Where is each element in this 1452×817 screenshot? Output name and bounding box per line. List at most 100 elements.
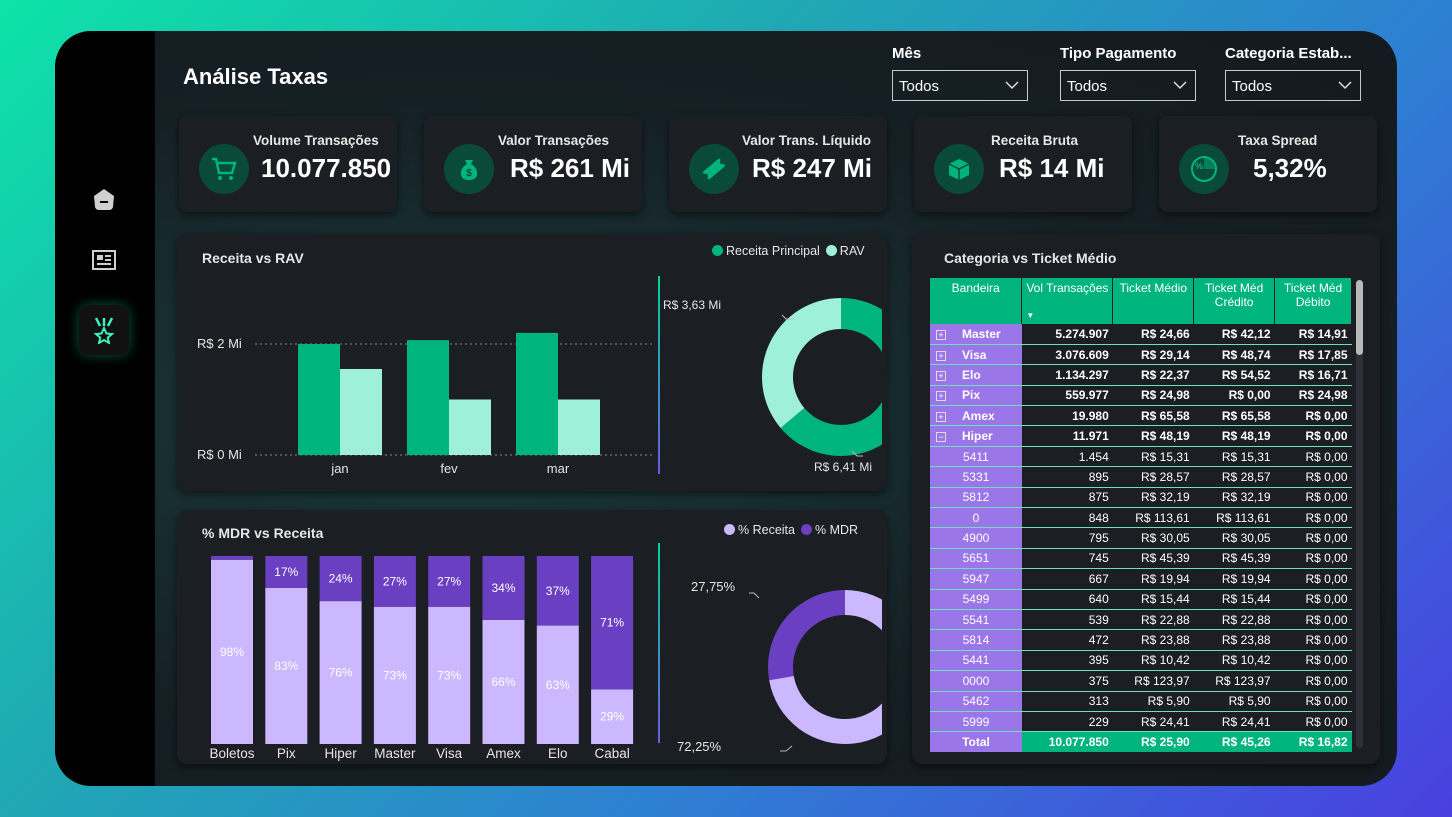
data-label: 71%	[600, 616, 624, 630]
cell-text: R$ 65,58	[1140, 408, 1190, 423]
nav-home[interactable]	[79, 174, 129, 224]
cell-bandeira: 5441	[930, 650, 1022, 672]
nav-medal[interactable]	[79, 305, 129, 355]
cell-bandeira: 5651	[930, 548, 1022, 570]
table-cell: 539	[1021, 609, 1113, 631]
filter-mes-select[interactable]: Todos	[892, 70, 1028, 101]
table-group-row[interactable]: + Elo 1.134.297 R$ 22,37 R$ 54,52 R$ 16,71	[930, 364, 1352, 386]
table-group-row[interactable]: + Master 5.274.907 R$ 24,66 R$ 42,12 R$ 14,91	[930, 324, 1352, 345]
cell-bandeira: + Elo	[930, 364, 1022, 386]
collapse-icon[interactable]: −	[936, 432, 946, 443]
kpi-label: Receita Bruta	[991, 133, 1079, 148]
table-cell: R$ 24,98	[1274, 385, 1352, 407]
kpi-taxa-spread: % Taxa Spread 5,32%	[1159, 116, 1377, 212]
receita-rav-card: Receita vs RAV Receita Principal RAV R$ …	[177, 234, 887, 491]
donut-slice[interactable]	[768, 590, 845, 681]
bar-receita-principal[interactable]	[298, 344, 340, 455]
cell-text: 313	[1088, 694, 1109, 709]
data-label: 17%	[274, 565, 298, 579]
table-group-row[interactable]: + Visa 3.076.609 R$ 29,14 R$ 48,74 R$ 17,85	[930, 344, 1352, 366]
table-scrollbar[interactable]	[1356, 280, 1363, 748]
donut-label-rav: R$ 3,63 Mi	[663, 298, 722, 312]
col-header-debito[interactable]: Ticket Méd Débito	[1274, 278, 1352, 324]
cell-text: R$ 22,88	[1140, 612, 1190, 627]
filter-tipo-pagamento: Tipo Pagamento Todos	[1060, 45, 1196, 101]
col-header-bandeira[interactable]: Bandeira	[930, 278, 1023, 324]
table-group-row[interactable]: + Pix 559.977 R$ 24,98 R$ 0,00 R$ 24,98	[930, 385, 1352, 407]
cell-text: R$ 123,97	[1134, 673, 1190, 688]
cell-text: Master	[962, 326, 1001, 341]
expand-icon[interactable]: +	[936, 329, 946, 340]
medal-star-icon	[93, 317, 115, 344]
table-cell: R$ 0,00	[1274, 527, 1352, 549]
table-cell: R$ 0,00	[1274, 650, 1352, 672]
chevron-down-icon	[1173, 81, 1187, 90]
cell-text: 11.971	[1072, 429, 1109, 444]
cell-text: R$ 16,71	[1298, 367, 1348, 382]
cell-text: 5812	[962, 490, 990, 505]
col-header-ticket[interactable]: Ticket Médio	[1112, 278, 1195, 324]
cell-text: R$ 24,41	[1140, 714, 1190, 729]
table-cell: 640	[1021, 589, 1113, 610]
table-row: 5499 640 R$ 15,44 R$ 15,44 R$ 0,00	[930, 589, 1352, 610]
bar-rav[interactable]	[449, 399, 491, 456]
bar-receita-principal[interactable]	[407, 340, 449, 455]
x-tick-label: Cabal	[594, 746, 629, 761]
table-group-row[interactable]: − Hiper 11.971 R$ 48,19 R$ 48,19 R$ 0,00	[930, 425, 1352, 447]
table-row: 0 848 R$ 113,61 R$ 113,61 R$ 0,00	[930, 507, 1352, 529]
col-header-credito[interactable]: Ticket Méd Crédito	[1193, 278, 1276, 324]
bar-receita-principal[interactable]	[516, 332, 558, 455]
expand-icon[interactable]: +	[936, 350, 946, 361]
data-label: 73%	[437, 668, 461, 682]
table-cell: R$ 65,58	[1193, 405, 1275, 427]
cell-bandeira: 5541	[930, 609, 1022, 631]
table-cell: R$ 22,88	[1112, 609, 1194, 631]
cell-text: R$ 0,00	[1305, 633, 1348, 648]
data-label: 34%	[491, 581, 515, 595]
data-label: 83%	[274, 659, 298, 673]
col-header-vol[interactable]: Vol Transações ▼	[1021, 278, 1114, 324]
cell-text: 5499	[962, 592, 990, 607]
filter-categoria-select[interactable]: Todos	[1225, 70, 1361, 101]
data-label: 66%	[491, 675, 515, 689]
table-cell: 375	[1021, 670, 1113, 692]
filter-tipo-select[interactable]: Todos	[1060, 70, 1196, 101]
cell-text: R$ 32,19	[1140, 490, 1190, 505]
data-label: 73%	[383, 668, 407, 682]
cell-text: R$ 23,88	[1140, 633, 1190, 648]
donut-slice[interactable]	[762, 298, 841, 428]
scrollbar-thumb[interactable]	[1356, 280, 1363, 355]
cell-text: R$ 24,66	[1140, 326, 1190, 341]
kpi-label: Valor Transações	[498, 133, 610, 148]
data-label: 27%	[437, 574, 461, 588]
table-row: 5541 539 R$ 22,88 R$ 22,88 R$ 0,00	[930, 609, 1352, 631]
table-cell: R$ 24,98	[1112, 385, 1194, 407]
table-cell: R$ 23,88	[1193, 629, 1275, 651]
table-cell: R$ 10,42	[1193, 650, 1275, 672]
cell-text: R$ 24,41	[1221, 714, 1271, 729]
report-icon	[92, 250, 116, 270]
expand-icon[interactable]: +	[936, 411, 946, 422]
cell-text: R$ 0,00	[1305, 592, 1348, 607]
table-cell: 395	[1021, 650, 1113, 672]
table-cell: R$ 0,00	[1274, 609, 1352, 631]
table-cell: R$ 0,00	[1274, 589, 1352, 610]
cell-text: 5462	[962, 694, 990, 709]
kpi-label: Volume Transações	[253, 133, 379, 148]
bar-mdr[interactable]	[211, 556, 253, 560]
nav-report[interactable]	[79, 235, 129, 285]
expand-icon[interactable]: +	[936, 370, 946, 381]
expand-icon[interactable]: +	[936, 391, 946, 402]
kpi-value: R$ 14 Mi	[999, 153, 1105, 183]
mdr-stacked-bar-chart: 98% Boletos 83% 17% Pix 76% 24% Hiper 73% 27% Mast…	[209, 556, 634, 761]
cell-text: R$ 22,37	[1140, 367, 1190, 382]
x-tick-label: Boletos	[209, 746, 254, 761]
bar-rav[interactable]	[340, 368, 382, 455]
cell-text: R$ 5,90	[1147, 694, 1190, 709]
kpi-value: R$ 247 Mi	[752, 153, 872, 183]
cell-text: R$ 29,14	[1140, 347, 1190, 362]
cell-bandeira: + Master	[930, 324, 1022, 345]
table-cell: 229	[1021, 711, 1113, 733]
bar-rav[interactable]	[558, 399, 600, 456]
table-group-row[interactable]: + Amex 19.980 R$ 65,58 R$ 65,58 R$ 0,00	[930, 405, 1352, 427]
